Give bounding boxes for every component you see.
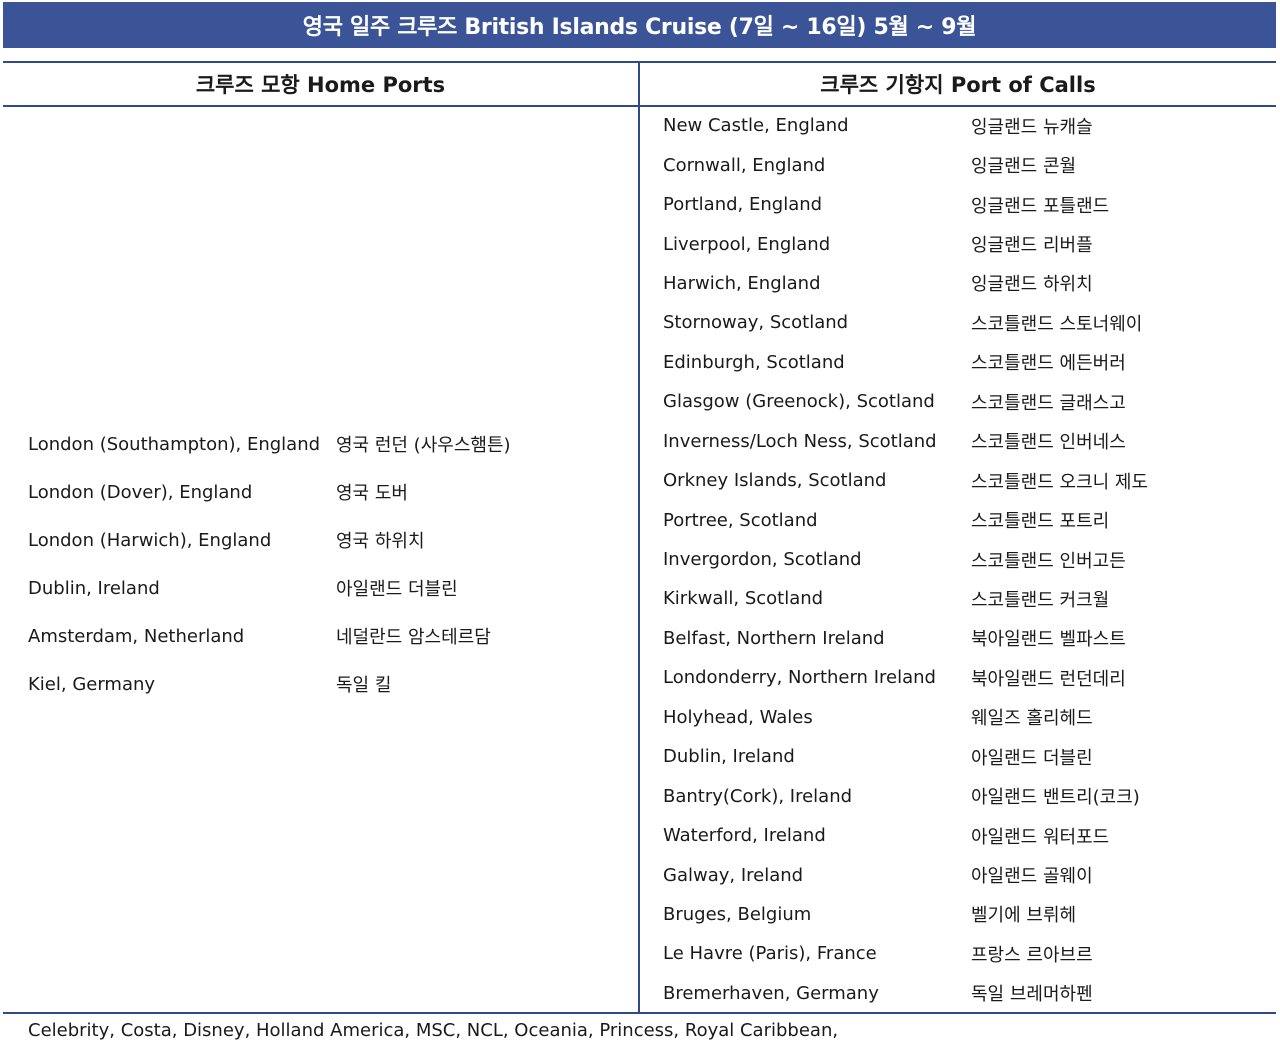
port-of-call-row: Belfast, Northern Ireland 북아일랜드 벨파스트: [663, 619, 1273, 658]
home-ports-header: 크루즈 모항 Home Ports: [3, 63, 638, 105]
port-of-call-row-english: Glasgow (Greenock), Scotland: [663, 391, 935, 413]
port-of-call-row: New Castle, England 잉글랜드 뉴캐슬: [663, 106, 1273, 145]
port-of-call-row: Inverness/Loch Ness, Scotland 스코틀랜드 인버네스: [663, 422, 1273, 461]
port-of-call-row-korean: 스코틀랜드 글래스고: [971, 392, 1126, 414]
port-of-call-row-korean: 프랑스 르아브르: [971, 944, 1093, 966]
port-of-call-row-korean: 잉글랜드 리버플: [971, 235, 1093, 257]
port-of-call-row-korean: 아일랜드 더블린: [971, 747, 1093, 769]
port-of-call-row-english: Le Havre (Paris), France: [663, 943, 877, 965]
port-of-call-row: Londonderry, Northern Ireland 북아일랜드 런던데리: [663, 658, 1273, 697]
port-of-call-row: Bremerhaven, Germany 독일 브레머하펜: [663, 974, 1273, 1013]
port-of-call-row: Edinburgh, Scotland 스코틀랜드 에든버러: [663, 343, 1273, 382]
port-of-call-row: Kirkwall, Scotland 스코틀랜드 커크월: [663, 579, 1273, 618]
home-port-row-korean: 영국 도버: [336, 483, 408, 504]
port-of-call-row-korean: 잉글랜드 포틀랜드: [971, 195, 1110, 217]
port-of-call-row-korean: 잉글랜드 콘월: [971, 156, 1077, 178]
port-of-calls-header-label: 크루즈 기항지 Port of Calls: [820, 73, 1096, 97]
port-of-call-row: Waterford, Ireland 아일랜드 워터포드: [663, 816, 1273, 855]
port-of-call-row-english: Stornoway, Scotland: [663, 312, 849, 334]
home-port-row: London (Harwich), England 영국 하위치: [28, 516, 628, 564]
port-of-call-row-korean: 웨일즈 홀리헤드: [971, 708, 1093, 730]
port-of-call-row-korean: 독일 브레머하펜: [971, 984, 1093, 1006]
home-ports-list: London (Southampton), England 영국 런던 (사우스햄…: [28, 420, 628, 708]
port-of-call-row-english: Waterford, Ireland: [663, 825, 826, 847]
port-of-call-row-korean: 벨기에 브뤼헤: [971, 905, 1077, 927]
port-of-call-row-korean: 스코틀랜드 포트리: [971, 511, 1110, 533]
home-port-row-korean: 아일랜드 더블린: [336, 579, 458, 600]
port-of-call-row: Invergordon, Scotland 스코틀랜드 인버고든: [663, 540, 1273, 579]
port-of-call-row: Orkney Islands, Scotland 스코틀랜드 오크니 제도: [663, 461, 1273, 500]
port-of-call-row-korean: 아일랜드 골웨이: [971, 866, 1093, 888]
port-of-call-row-english: Londonderry, Northern Ireland: [663, 667, 936, 689]
home-port-row: London (Dover), England 영국 도버: [28, 468, 628, 516]
port-of-call-row-korean: 스코틀랜드 커크월: [971, 589, 1110, 611]
port-of-call-row: Holyhead, Wales 웨일즈 홀리헤드: [663, 698, 1273, 737]
port-of-call-row-english: Holyhead, Wales: [663, 706, 813, 728]
bottom-divider: [3, 1012, 1276, 1014]
port-of-call-row-english: Bruges, Belgium: [663, 903, 812, 925]
port-of-call-row-english: Orkney Islands, Scotland: [663, 470, 887, 492]
home-port-row-korean: 영국 하위치: [336, 531, 425, 552]
cruise-lines-footer: Celebrity, Costa, Disney, Holland Americ…: [28, 1020, 839, 1041]
port-of-call-row-korean: 스코틀랜드 스토너웨이: [971, 313, 1143, 335]
port-of-call-row-korean: 북아일랜드 런던데리: [971, 668, 1126, 690]
port-of-call-row-english: Invergordon, Scotland: [663, 549, 862, 571]
column-divider: [638, 63, 640, 1012]
ports-of-call-list: New Castle, England 잉글랜드 뉴캐슬 Cornwall, Eng…: [663, 106, 1273, 1013]
port-of-call-row-english: Bantry(Cork), Ireland: [663, 785, 853, 807]
home-port-row-english: Kiel, Germany: [28, 673, 156, 695]
port-of-call-row-korean: 잉글랜드 하위치: [971, 274, 1093, 296]
port-of-call-row-english: Belfast, Northern Ireland: [663, 627, 885, 649]
home-port-row: Amsterdam, Netherland 네덜란드 암스테르담: [28, 612, 628, 660]
page-title: 영국 일주 크루즈 British Islands Cruise (7일 ~ 1…: [302, 15, 977, 40]
port-of-call-row-english: Cornwall, England: [663, 154, 826, 176]
port-of-call-row-english: Bremerhaven, Germany: [663, 982, 879, 1004]
port-of-call-row-english: Liverpool, England: [663, 233, 831, 255]
port-of-call-row-korean: 스코틀랜드 인버고든: [971, 550, 1126, 572]
port-of-call-row-english: Inverness/Loch Ness, Scotland: [663, 430, 937, 452]
port-of-call-row: Portree, Scotland 스코틀랜드 포트리: [663, 500, 1273, 539]
port-of-call-row: Liverpool, England 잉글랜드 리버플: [663, 224, 1273, 263]
port-of-call-row-korean: 아일랜드 워터포드: [971, 826, 1110, 848]
home-port-row: London (Southampton), England 영국 런던 (사우스햄…: [28, 420, 628, 468]
port-of-call-row-korean: 스코틀랜드 오크니 제도: [971, 471, 1149, 493]
port-of-call-row-korean: 잉글랜드 뉴캐슬: [971, 116, 1093, 138]
port-of-call-row: Galway, Ireland 아일랜드 골웨이: [663, 855, 1273, 894]
port-of-call-row-english: Kirkwall, Scotland: [663, 588, 824, 610]
port-of-call-row-korean: 북아일랜드 벨파스트: [971, 629, 1126, 651]
port-of-call-row: Cornwall, England 잉글랜드 콘월: [663, 145, 1273, 184]
home-port-row-english: Amsterdam, Netherland: [28, 625, 245, 647]
home-port-row-english: London (Dover), England: [28, 481, 253, 503]
home-port-row-korean: 독일 킬: [336, 675, 392, 696]
port-of-call-row-english: Portree, Scotland: [663, 509, 818, 531]
home-ports-header-label: 크루즈 모항 Home Ports: [195, 73, 446, 97]
port-of-call-row-english: Dublin, Ireland: [663, 746, 795, 768]
port-of-call-row: Harwich, England 잉글랜드 하위치: [663, 264, 1273, 303]
home-port-row-english: London (Southampton), England: [28, 433, 321, 455]
port-of-call-row-korean: 아일랜드 밴트리(코크): [971, 787, 1140, 809]
home-port-row-english: London (Harwich), England: [28, 529, 272, 551]
home-port-row-korean: 영국 런던 (사우스햄튼): [336, 435, 511, 456]
port-of-call-row-english: Galway, Ireland: [663, 864, 804, 886]
home-port-row: Kiel, Germany 독일 킬: [28, 660, 628, 708]
port-of-call-row-english: New Castle, England: [663, 115, 849, 137]
port-of-call-row-english: Harwich, England: [663, 272, 821, 294]
port-of-call-row-english: Edinburgh, Scotland: [663, 351, 845, 373]
title-bar: 영국 일주 크루즈 British Islands Cruise (7일 ~ 1…: [3, 2, 1276, 48]
port-of-call-row-english: Portland, England: [663, 194, 823, 216]
home-port-row: Dublin, Ireland 아일랜드 더블린: [28, 564, 628, 612]
port-of-call-row: Bruges, Belgium 벨기에 브뤼헤: [663, 895, 1273, 934]
port-of-call-row: Le Havre (Paris), France 프랑스 르아브르: [663, 934, 1273, 973]
port-of-call-row: Dublin, Ireland 아일랜드 더블린: [663, 737, 1273, 776]
port-of-calls-header: 크루즈 기항지 Port of Calls: [640, 63, 1276, 105]
home-port-row-korean: 네덜란드 암스테르담: [336, 627, 491, 648]
port-of-call-row: Stornoway, Scotland 스코틀랜드 스토너웨이: [663, 303, 1273, 342]
port-of-call-row-korean: 스코틀랜드 에든버러: [971, 353, 1126, 375]
home-port-row-english: Dublin, Ireland: [28, 577, 160, 599]
port-of-call-row: Bantry(Cork), Ireland 아일랜드 밴트리(코크): [663, 776, 1273, 815]
port-of-call-row: Glasgow (Greenock), Scotland 스코틀랜드 글래스고: [663, 382, 1273, 421]
port-of-call-row: Portland, England 잉글랜드 포틀랜드: [663, 185, 1273, 224]
port-of-call-row-korean: 스코틀랜드 인버네스: [971, 432, 1126, 454]
